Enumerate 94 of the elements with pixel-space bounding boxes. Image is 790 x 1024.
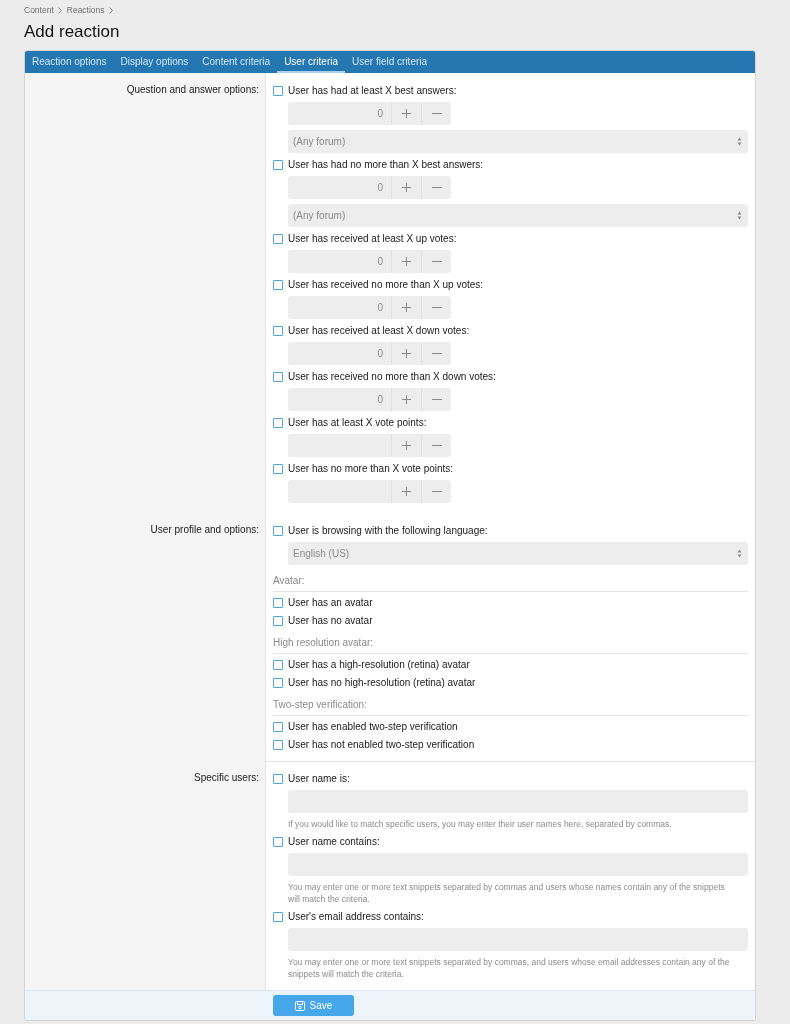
plus-icon [402, 257, 411, 266]
option-label: User has a high-resolution (retina) avatar [288, 658, 470, 671]
number-input[interactable] [288, 480, 391, 503]
number-input[interactable]: 0 [288, 176, 391, 199]
plus-icon [402, 109, 411, 118]
number-input[interactable]: 0 [288, 296, 391, 319]
checkbox[interactable] [273, 463, 283, 474]
tab[interactable]: User criteria [277, 51, 346, 73]
increment-button[interactable] [391, 296, 421, 319]
checkbox[interactable] [273, 525, 283, 536]
chevron-right-icon [57, 6, 62, 14]
checkbox[interactable] [273, 325, 283, 336]
tab[interactable]: Content criteria [195, 51, 278, 73]
option-label: User's email address contains: [288, 910, 424, 923]
option-label: User has received at least X down votes: [288, 324, 470, 337]
increment-button[interactable] [391, 102, 421, 125]
checkbox[interactable] [273, 371, 283, 382]
save-button[interactable]: Save [273, 995, 354, 1016]
tab[interactable]: Reaction options [25, 51, 114, 73]
hint-text: You may enter one or more text snippets separated by commas, and users whose email addresses contain any of the snippets will match the criteria. [288, 956, 731, 980]
tab[interactable]: Display options [113, 51, 196, 73]
hint-text: If you would like to match specific users, you may enter their user names here, separated by commas. [288, 818, 673, 830]
up-down-arrows-icon [737, 549, 742, 558]
checkbox[interactable] [273, 615, 283, 626]
number-input[interactable]: 0 [288, 388, 391, 411]
increment-button[interactable] [391, 342, 421, 365]
minus-icon [431, 307, 442, 308]
plus-icon [402, 349, 411, 358]
number-input[interactable]: 0 [288, 342, 391, 365]
breadcrumb-link[interactable]: Content [24, 4, 54, 16]
checkbox[interactable] [273, 233, 283, 244]
checkbox[interactable] [273, 739, 283, 750]
option-label: User has no avatar [288, 614, 373, 627]
group-heading: Avatar: [273, 570, 748, 592]
option-label: User has an avatar [288, 596, 373, 609]
checkbox[interactable] [273, 773, 283, 784]
increment-button[interactable] [391, 250, 421, 273]
group-heading: Two-step verification: [273, 694, 748, 716]
option-label: User is browsing with the following language: [288, 524, 488, 537]
minus-icon [431, 445, 442, 446]
breadcrumb-link[interactable]: Reactions [66, 4, 105, 16]
section-label: Question and answer options: [126, 84, 259, 95]
checkbox[interactable] [273, 911, 283, 922]
option-label: User has received no more than X up votes: [288, 278, 484, 291]
minus-icon [431, 353, 442, 354]
checkbox[interactable] [273, 159, 283, 170]
number-input[interactable] [288, 434, 391, 457]
option-label: User name contains: [288, 835, 380, 848]
up-down-arrows-icon [737, 137, 742, 146]
option-label: User has had at least X best answers: [288, 84, 457, 97]
minus-icon [431, 399, 442, 400]
up-down-arrows-icon [737, 211, 742, 220]
plus-icon [402, 487, 411, 496]
option-label: User has received at least X up votes: [288, 232, 457, 245]
option-label: User has received no more than X down votes: [288, 370, 496, 383]
tab[interactable]: User field criteria [345, 51, 435, 73]
group-heading: High resolution avatar: [273, 632, 748, 654]
hint-text: You may enter one or more text snippets separated by commas and users whose names contain any of the snippets will match the criteria. [288, 881, 726, 905]
option-label: User has not enabled two-step verification [288, 738, 475, 751]
option-label: User has had no more than X best answers: [288, 158, 484, 171]
checkbox[interactable] [273, 659, 283, 670]
dropdown-select[interactable]: (Any forum) [288, 130, 748, 153]
checkbox[interactable] [273, 85, 283, 96]
checkbox[interactable] [273, 721, 283, 732]
option-label: User name is: [288, 772, 350, 785]
number-input[interactable]: 0 [288, 250, 391, 273]
option-label: User has at least X vote points: [288, 416, 427, 429]
option-label: User has no high-resolution (retina) avatar [288, 676, 476, 689]
increment-button[interactable] [391, 480, 421, 503]
section-label: Specific users: [193, 772, 259, 783]
dropdown-select[interactable]: (Any forum) [288, 204, 748, 227]
checkbox[interactable] [273, 836, 283, 847]
plus-icon [402, 395, 411, 404]
checkbox[interactable] [273, 417, 283, 428]
dropdown-select[interactable]: English (US) [288, 542, 748, 565]
section-label: User profile and options: [150, 524, 259, 535]
chevron-right-icon [108, 6, 113, 14]
minus-icon [431, 113, 442, 114]
option-label: User has enabled two-step verification [288, 720, 458, 733]
plus-icon [402, 441, 411, 450]
minus-icon [431, 261, 442, 262]
option-label: User has no more than X vote points: [288, 462, 454, 475]
checkbox[interactable] [273, 677, 283, 688]
number-input[interactable]: 0 [288, 102, 391, 125]
minus-icon [431, 491, 442, 492]
plus-icon [402, 183, 411, 192]
checkbox[interactable] [273, 279, 283, 290]
minus-icon [431, 187, 442, 188]
increment-button[interactable] [391, 176, 421, 199]
page-title: Add reaction [24, 21, 121, 43]
plus-icon [402, 303, 411, 312]
checkbox[interactable] [273, 597, 283, 608]
increment-button[interactable] [391, 434, 421, 457]
increment-button[interactable] [391, 388, 421, 411]
